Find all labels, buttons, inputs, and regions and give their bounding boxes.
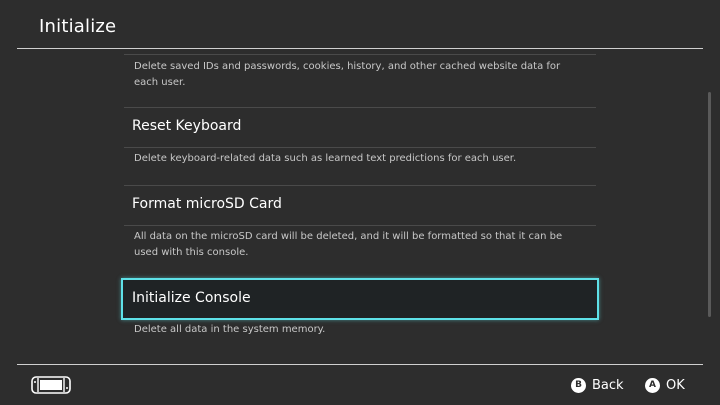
settings-list: Delete saved IDs and passwords, cookies,… [0, 49, 720, 364]
item-label: Reset Keyboard [132, 118, 242, 134]
item-label: Format microSD Card [132, 196, 282, 212]
divider [124, 225, 596, 226]
ok-label: OK [666, 377, 685, 393]
back-label: Back [592, 377, 624, 393]
item-description-initialize-console: Delete all data in the system memory. [134, 324, 326, 335]
a-button-icon: A [645, 377, 660, 393]
item-description-clear-browser: Delete saved IDs and passwords, cookies,… [134, 61, 561, 88]
divider [124, 54, 596, 55]
divider [124, 147, 596, 148]
list-item-reset-keyboard[interactable]: Reset Keyboard [124, 109, 596, 147]
footer-bar: B Back A OK [0, 365, 720, 405]
header-bar: Initialize [0, 0, 720, 50]
console-icon [31, 376, 71, 394]
list-item-initialize-console[interactable]: Initialize Console [121, 278, 599, 320]
b-button-icon: B [571, 377, 586, 393]
page-title: Initialize [39, 16, 117, 37]
item-label: Initialize Console [132, 290, 251, 306]
scrollbar[interactable] [708, 92, 711, 317]
ok-button[interactable]: A OK [645, 376, 685, 394]
item-description-reset-keyboard: Delete keyboard-related data such as lea… [134, 153, 517, 164]
divider [124, 107, 596, 108]
list-item-format-microsd[interactable]: Format microSD Card [124, 187, 596, 225]
back-button[interactable]: B Back [571, 376, 624, 394]
item-description-format-microsd: All data on the microSD card will be del… [134, 231, 563, 258]
divider [124, 185, 596, 186]
